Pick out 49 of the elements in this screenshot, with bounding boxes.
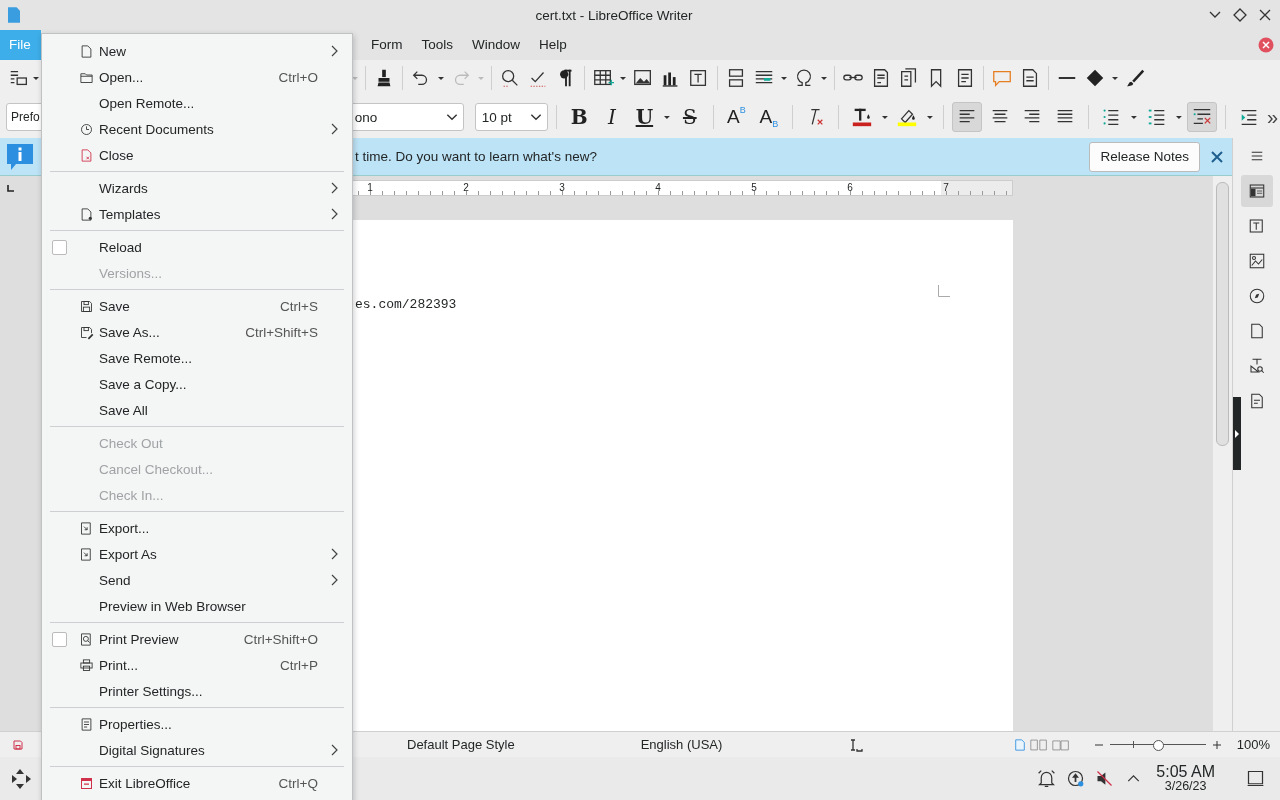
- menu-item[interactable]: Save As... Ctrl+Shift+S: [42, 319, 352, 345]
- strikethrough-button[interactable]: S: [675, 102, 705, 132]
- menu-item[interactable]: Preview in Web Browser: [42, 593, 352, 619]
- menu-item[interactable]: Tools: [415, 30, 459, 60]
- ruler-number: 4: [654, 181, 662, 195]
- language-text: English (USA): [640, 737, 723, 752]
- menu-item[interactable]: New: [42, 38, 352, 64]
- ruler-number: 6: [846, 181, 854, 195]
- menu-item[interactable]: Form: [365, 30, 409, 60]
- font-name-text: ono: [354, 109, 378, 125]
- page-style-text: Default Page Style: [407, 737, 515, 752]
- menu-item[interactable]: Templates: [42, 201, 352, 227]
- bold-button[interactable]: B: [564, 102, 595, 132]
- window-title: cert.txt - LibreOffice Writer: [534, 7, 694, 23]
- menu-item[interactable]: Save Ctrl+S: [42, 293, 352, 319]
- release-notes-button[interactable]: Release Notes: [1089, 141, 1200, 172]
- font-size-text: 10 pt: [481, 109, 512, 125]
- menu-item[interactable]: Printer Settings...: [42, 678, 352, 704]
- clock-time[interactable]: 5:05 AM: [1156, 763, 1215, 781]
- ruler-number: 2: [462, 181, 470, 195]
- ruler-number: 7: [942, 181, 950, 195]
- ruler-number: 3: [558, 181, 566, 195]
- menu-item[interactable]: Close: [42, 142, 352, 168]
- menu-item[interactable]: Save All: [42, 397, 352, 423]
- menu-item[interactable]: Exit LibreOffice Ctrl+Q: [42, 770, 352, 796]
- menu-item[interactable]: Export...: [42, 515, 352, 541]
- document-text: es.com/282393: [355, 297, 458, 312]
- menu-item[interactable]: Digital Signatures: [42, 737, 352, 763]
- overflow-button[interactable]: »: [1266, 105, 1278, 129]
- underline-button[interactable]: U: [629, 102, 660, 132]
- menu-item[interactable]: Properties...: [42, 711, 352, 737]
- menu-item[interactable]: Window: [466, 30, 527, 60]
- zoom-value: 100%: [1236, 737, 1270, 752]
- font-size-field[interactable]: 10 pt: [474, 103, 548, 131]
- infobar-message: t time. Do you want to learn what's new?: [355, 149, 598, 164]
- ruler-number: 1: [366, 181, 374, 195]
- menu-item[interactable]: Wizards: [42, 175, 352, 201]
- menu-item[interactable]: Print... Ctrl+P: [42, 652, 352, 678]
- italic-button[interactable]: I: [597, 102, 627, 132]
- menu-item[interactable]: Help: [533, 30, 573, 60]
- menu-item[interactable]: Open... Ctrl+O: [42, 64, 352, 90]
- menu-item[interactable]: Reload: [42, 234, 352, 260]
- menu-item[interactable]: Send: [42, 567, 352, 593]
- ruler-number: 5: [750, 181, 758, 195]
- menu-item[interactable]: Save Remote...: [42, 345, 352, 371]
- menu-item[interactable]: Save a Copy...: [42, 371, 352, 397]
- menu-item[interactable]: Print Preview Ctrl+Shift+O: [42, 626, 352, 652]
- menu-item[interactable]: Export As: [42, 541, 352, 567]
- clock-date[interactable]: 3/26/23: [1164, 780, 1207, 794]
